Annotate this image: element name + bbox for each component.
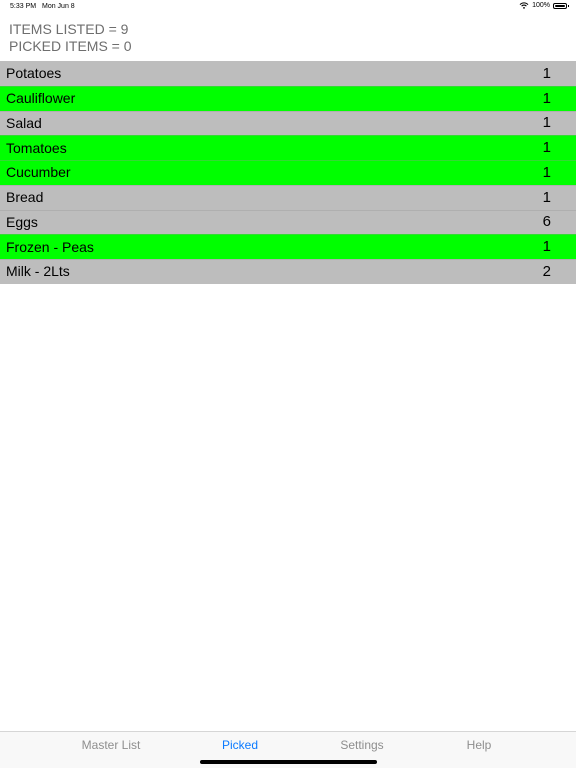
list-item[interactable]: Potatoes 1 [0, 61, 576, 86]
item-name: Tomatoes [6, 139, 67, 156]
tab-help[interactable]: Help [467, 738, 492, 752]
list-item[interactable]: Cauliflower 1 [0, 85, 576, 111]
item-quantity: 1 [542, 238, 551, 256]
item-name: Potatoes [6, 65, 62, 82]
item-quantity: 1 [542, 89, 551, 107]
tab-picked[interactable]: Picked [222, 738, 258, 752]
list-item[interactable]: Eggs 6 [0, 209, 576, 235]
list-item[interactable]: Tomatoes 1 [0, 135, 576, 160]
item-quantity: 6 [542, 213, 551, 231]
status-bar: 5:33 PM Mon Jun 8 100% [0, 0, 576, 14]
list-item[interactable]: Milk - 2Lts 2 [0, 259, 576, 284]
battery-percent: 100% [532, 2, 550, 9]
item-name: Eggs [6, 213, 38, 230]
status-right: 100% [519, 2, 569, 9]
item-list: Potatoes 1 Cauliflower 1 Salad 1 Tomatoe… [0, 61, 576, 284]
items-listed-count: ITEMS LISTED = 9 [9, 21, 129, 37]
battery-icon [553, 2, 569, 9]
home-indicator[interactable] [200, 760, 377, 764]
item-quantity: 1 [542, 188, 551, 206]
list-item[interactable]: Cucumber 1 [0, 160, 576, 185]
item-quantity: 1 [542, 163, 551, 181]
tab-settings[interactable]: Settings [340, 738, 383, 752]
wifi-icon [519, 2, 529, 9]
summary: ITEMS LISTED = 9 PICKED ITEMS = 0 [9, 21, 132, 55]
item-name: Cucumber [6, 164, 71, 181]
item-name: Salad [6, 114, 42, 131]
item-name: Milk - 2Lts [6, 263, 70, 280]
status-date: Mon Jun 8 [42, 3, 75, 10]
item-name: Bread [6, 189, 44, 206]
item-name: Frozen - Peas [6, 238, 94, 255]
item-quantity: 1 [542, 139, 551, 157]
item-quantity: 1 [542, 114, 551, 132]
list-item[interactable]: Bread 1 [0, 184, 576, 210]
picked-items-count: PICKED ITEMS = 0 [9, 38, 132, 54]
list-item[interactable]: Frozen - Peas 1 [0, 234, 576, 259]
item-quantity: 2 [542, 262, 551, 280]
item-name: Cauliflower [6, 90, 76, 107]
list-item[interactable]: Salad 1 [0, 110, 576, 136]
item-quantity: 1 [542, 64, 551, 82]
tab-master-list[interactable]: Master List [82, 738, 141, 752]
status-time: 5:33 PM [10, 3, 37, 10]
